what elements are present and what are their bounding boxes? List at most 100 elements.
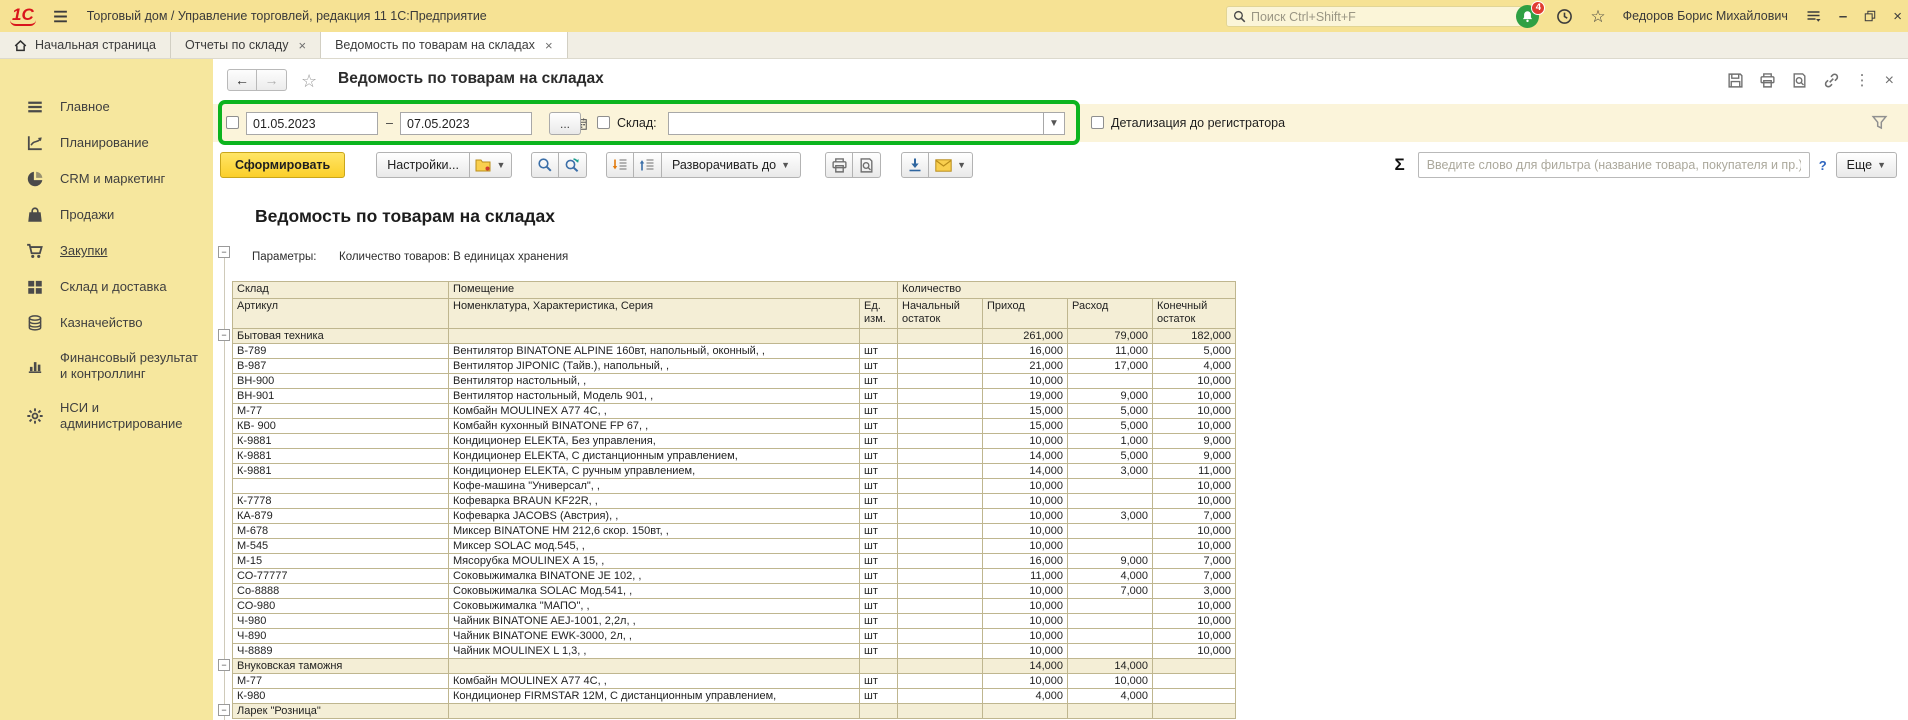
find-button[interactable] bbox=[531, 152, 559, 178]
table-cell[interactable]: 11,000 bbox=[1068, 344, 1153, 359]
sidebar-item-7[interactable]: Финансовый результат и контроллинг bbox=[0, 341, 213, 391]
table-cell[interactable]: ВН-901 bbox=[233, 389, 449, 404]
collapse-groups-button[interactable] bbox=[606, 152, 634, 178]
help-button[interactable]: ? bbox=[1819, 158, 1827, 173]
table-cell[interactable]: 10,000 bbox=[983, 374, 1068, 389]
sidebar-item-3[interactable]: Продажи bbox=[0, 197, 213, 233]
table-cell[interactable] bbox=[860, 329, 898, 344]
table-cell[interactable]: шт bbox=[860, 689, 898, 704]
period-to-field[interactable] bbox=[400, 112, 532, 135]
table-cell[interactable] bbox=[898, 389, 983, 404]
table-cell[interactable]: 10,000 bbox=[983, 434, 1068, 449]
table-cell[interactable]: 21,000 bbox=[983, 359, 1068, 374]
table-cell[interactable] bbox=[898, 629, 983, 644]
table-cell[interactable]: К-9881 bbox=[233, 464, 449, 479]
table-cell[interactable]: шт bbox=[860, 404, 898, 419]
table-cell[interactable]: 11,000 bbox=[983, 569, 1068, 584]
col-header-warehouse[interactable]: Склад bbox=[233, 282, 449, 299]
table-cell[interactable]: Комбайн MOULINEX А77 4С, , bbox=[449, 674, 860, 689]
minimize-button[interactable]: – bbox=[1839, 9, 1847, 24]
collapse-report-icon[interactable]: − bbox=[218, 246, 230, 258]
table-cell[interactable]: Мясорубка MOULINEX А 15, , bbox=[449, 554, 860, 569]
table-cell[interactable]: 10,000 bbox=[983, 599, 1068, 614]
table-cell[interactable] bbox=[1068, 494, 1153, 509]
table-cell[interactable] bbox=[898, 584, 983, 599]
col-header-in[interactable]: Приход bbox=[983, 299, 1068, 329]
col-header-nomenclature[interactable]: Номенклатура, Характеристика, Серия bbox=[449, 299, 860, 329]
table-cell[interactable]: К-980 bbox=[233, 689, 449, 704]
table-cell[interactable] bbox=[898, 329, 983, 344]
table-cell[interactable]: 10,000 bbox=[983, 584, 1068, 599]
table-cell[interactable]: Кофе-машина "Универсал", , bbox=[449, 479, 860, 494]
table-cell[interactable]: 7,000 bbox=[1068, 584, 1153, 599]
table-cell[interactable] bbox=[898, 704, 983, 719]
table-cell[interactable]: шт bbox=[860, 434, 898, 449]
table-cell[interactable]: шт bbox=[860, 389, 898, 404]
col-header-unit[interactable]: Ед. изм. bbox=[860, 299, 898, 329]
col-header-out[interactable]: Расход bbox=[1068, 299, 1153, 329]
table-cell[interactable]: К-9881 bbox=[233, 434, 449, 449]
table-cell[interactable]: 10,000 bbox=[1153, 539, 1236, 554]
table-cell[interactable] bbox=[898, 494, 983, 509]
table-cell[interactable]: 16,000 bbox=[983, 344, 1068, 359]
warehouse-checkbox[interactable] bbox=[597, 116, 610, 129]
expand-to-button[interactable]: Разворачивать до ▼ bbox=[662, 152, 801, 178]
table-cell[interactable] bbox=[983, 704, 1068, 719]
history-icon[interactable] bbox=[1556, 8, 1573, 25]
notifications-button[interactable]: 4 bbox=[1516, 5, 1539, 28]
table-cell[interactable]: 182,000 bbox=[1153, 329, 1236, 344]
table-cell[interactable]: 9,000 bbox=[1153, 434, 1236, 449]
table-cell[interactable]: шт bbox=[860, 509, 898, 524]
table-cell[interactable]: 10,000 bbox=[983, 614, 1068, 629]
table-cell[interactable]: 14,000 bbox=[983, 659, 1068, 674]
table-cell[interactable]: Кондиционер ELEKTA, Без управления, bbox=[449, 434, 860, 449]
table-cell[interactable]: 5,000 bbox=[1153, 344, 1236, 359]
table-cell[interactable]: 14,000 bbox=[983, 449, 1068, 464]
table-cell[interactable]: 9,000 bbox=[1068, 554, 1153, 569]
table-cell[interactable]: Ч-890 bbox=[233, 629, 449, 644]
table-cell[interactable]: 1,000 bbox=[1068, 434, 1153, 449]
add-favorite-star-icon[interactable]: ☆ bbox=[301, 71, 317, 92]
collapse-group-icon[interactable]: − bbox=[218, 659, 230, 671]
table-cell[interactable]: 17,000 bbox=[1068, 359, 1153, 374]
table-cell[interactable]: 10,000 bbox=[1153, 374, 1236, 389]
report-variants-button[interactable]: ▼ bbox=[470, 152, 512, 178]
table-cell[interactable]: 11,000 bbox=[1153, 464, 1236, 479]
col-header-qty[interactable]: Количество bbox=[898, 282, 1236, 299]
table-cell[interactable] bbox=[898, 464, 983, 479]
table-cell[interactable] bbox=[1153, 659, 1236, 674]
table-cell[interactable]: Соковыжималка BINATONE JE 102, , bbox=[449, 569, 860, 584]
table-cell[interactable] bbox=[1153, 674, 1236, 689]
table-cell[interactable]: 10,000 bbox=[1153, 419, 1236, 434]
table-cell[interactable]: Миксер SOLAC мод.545, , bbox=[449, 539, 860, 554]
table-cell[interactable]: Вентилятор настольный, Модель 901, , bbox=[449, 389, 860, 404]
col-header-start[interactable]: Начальный остаток bbox=[898, 299, 983, 329]
print-preview-icon[interactable] bbox=[1791, 72, 1808, 89]
table-cell[interactable]: шт bbox=[860, 644, 898, 659]
table-cell[interactable]: 10,000 bbox=[1153, 389, 1236, 404]
table-cell[interactable]: 5,000 bbox=[1068, 404, 1153, 419]
table-cell[interactable] bbox=[898, 554, 983, 569]
table-cell[interactable]: Комбайн кухонный BINATONE FP 67, , bbox=[449, 419, 860, 434]
chevron-down-icon[interactable]: ▼ bbox=[1043, 113, 1064, 134]
restore-button[interactable] bbox=[1864, 10, 1876, 22]
sidebar-item-4[interactable]: Закупки bbox=[0, 233, 213, 269]
service-menu-icon[interactable] bbox=[1805, 9, 1822, 24]
table-cell[interactable]: шт bbox=[860, 539, 898, 554]
table-cell[interactable] bbox=[898, 449, 983, 464]
table-cell[interactable]: 7,000 bbox=[1153, 569, 1236, 584]
table-cell[interactable]: М-545 bbox=[233, 539, 449, 554]
collapse-group-icon[interactable]: − bbox=[218, 704, 230, 716]
table-cell[interactable]: шт bbox=[860, 524, 898, 539]
table-cell[interactable]: ВН-900 bbox=[233, 374, 449, 389]
table-cell[interactable]: 10,000 bbox=[983, 479, 1068, 494]
tab-0[interactable]: Начальная страница bbox=[0, 32, 171, 58]
table-cell[interactable]: Ч-980 bbox=[233, 614, 449, 629]
tab-2[interactable]: Ведомость по товарам на складах× bbox=[321, 32, 567, 58]
table-cell[interactable]: КВ- 900 bbox=[233, 419, 449, 434]
table-cell[interactable]: 14,000 bbox=[983, 464, 1068, 479]
table-cell[interactable]: 10,000 bbox=[1153, 629, 1236, 644]
col-header-end[interactable]: Конечный остаток bbox=[1153, 299, 1236, 329]
table-cell[interactable]: шт bbox=[860, 614, 898, 629]
table-cell[interactable]: шт bbox=[860, 554, 898, 569]
